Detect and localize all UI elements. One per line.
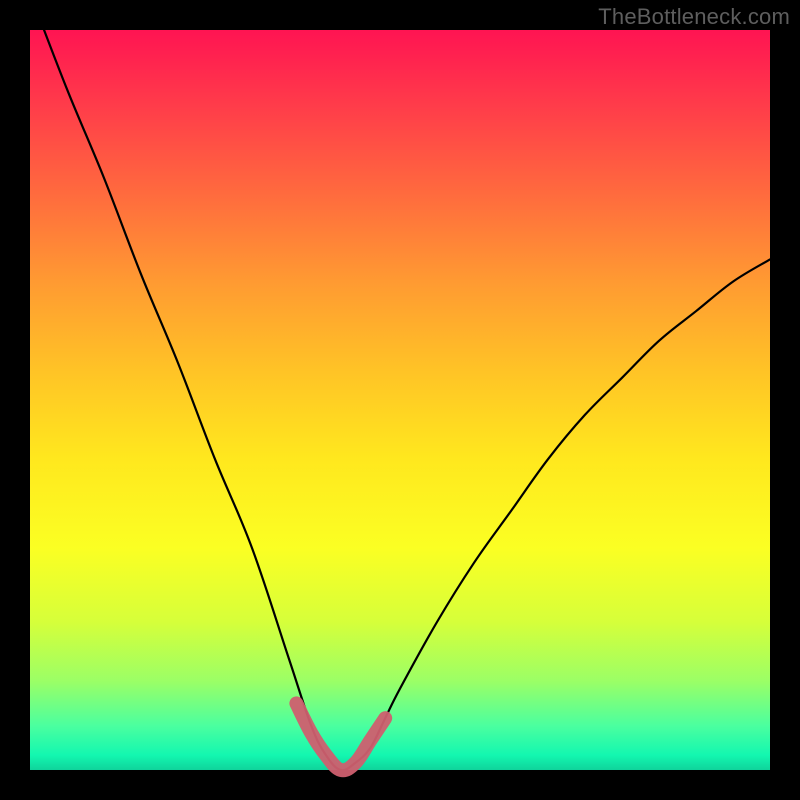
bottleneck-curve [30,0,770,770]
chart-frame: TheBottleneck.com [0,0,800,800]
chart-svg [30,30,770,770]
sweet-spot-highlight [296,703,385,770]
watermark-text: TheBottleneck.com [598,4,790,30]
